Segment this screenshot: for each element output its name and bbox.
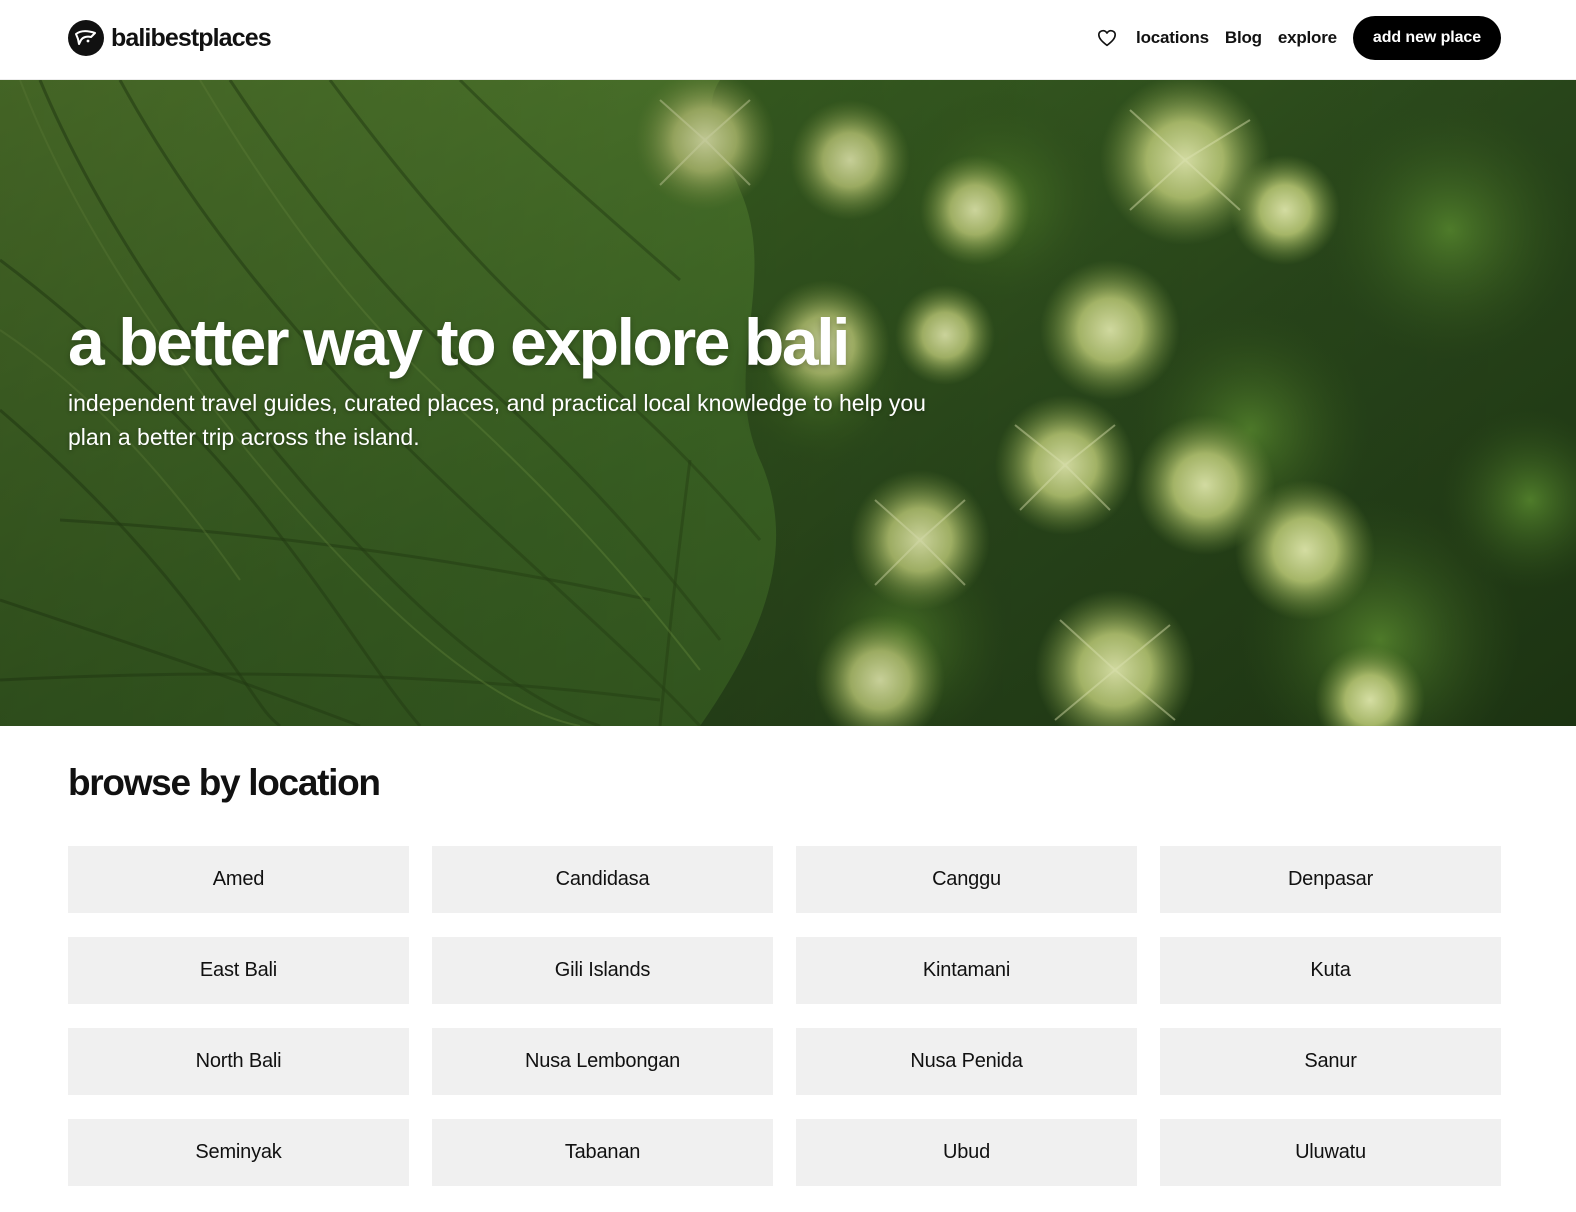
location-tile-seminyak[interactable]: Seminyak bbox=[68, 1119, 409, 1186]
heart-icon[interactable] bbox=[1096, 27, 1118, 49]
location-tile-north-bali[interactable]: North Bali bbox=[68, 1028, 409, 1095]
logo-text: balibestplaces bbox=[111, 23, 272, 52]
location-tile-canggu[interactable]: Canggu bbox=[796, 846, 1137, 913]
add-new-place-button[interactable]: add new place bbox=[1352, 16, 1501, 60]
site-header: balibestplaces locations Blog explore ad… bbox=[0, 0, 1576, 80]
location-tile-uluwatu[interactable]: Uluwatu bbox=[1160, 1119, 1501, 1186]
logo-link[interactable]: balibestplaces bbox=[68, 19, 272, 57]
location-tile-gili-islands[interactable]: Gili Islands bbox=[432, 937, 773, 1004]
location-tile-sanur[interactable]: Sanur bbox=[1160, 1028, 1501, 1095]
hero-section: a better way to explore bali independent… bbox=[0, 80, 1576, 726]
location-tile-denpasar[interactable]: Denpasar bbox=[1160, 846, 1501, 913]
location-tile-ubud[interactable]: Ubud bbox=[796, 1119, 1137, 1186]
location-tile-tabanan[interactable]: Tabanan bbox=[432, 1119, 773, 1186]
hero-subtitle: independent travel guides, curated place… bbox=[68, 390, 926, 450]
hero-title: a better way to explore bali bbox=[68, 305, 850, 379]
browse-by-location-title: browse by location bbox=[68, 762, 381, 803]
location-tile-nusa-penida[interactable]: Nusa Penida bbox=[796, 1028, 1137, 1095]
nav-locations-link[interactable]: locations bbox=[1136, 28, 1209, 48]
nav-explore-link[interactable]: explore bbox=[1278, 28, 1337, 48]
logo-mark-icon bbox=[68, 20, 104, 56]
nav-blog-link[interactable]: Blog bbox=[1225, 28, 1262, 48]
location-grid: Amed Candidasa Canggu Denpasar East Bali… bbox=[68, 846, 1502, 1186]
location-tile-amed[interactable]: Amed bbox=[68, 846, 409, 913]
location-tile-kintamani[interactable]: Kintamani bbox=[796, 937, 1137, 1004]
main-nav: locations Blog explore add new place bbox=[1096, 16, 1501, 60]
location-tile-kuta[interactable]: Kuta bbox=[1160, 937, 1501, 1004]
location-tile-candidasa[interactable]: Candidasa bbox=[432, 846, 773, 913]
location-tile-nusa-lembongan[interactable]: Nusa Lembongan bbox=[432, 1028, 773, 1095]
location-tile-east-bali[interactable]: East Bali bbox=[68, 937, 409, 1004]
